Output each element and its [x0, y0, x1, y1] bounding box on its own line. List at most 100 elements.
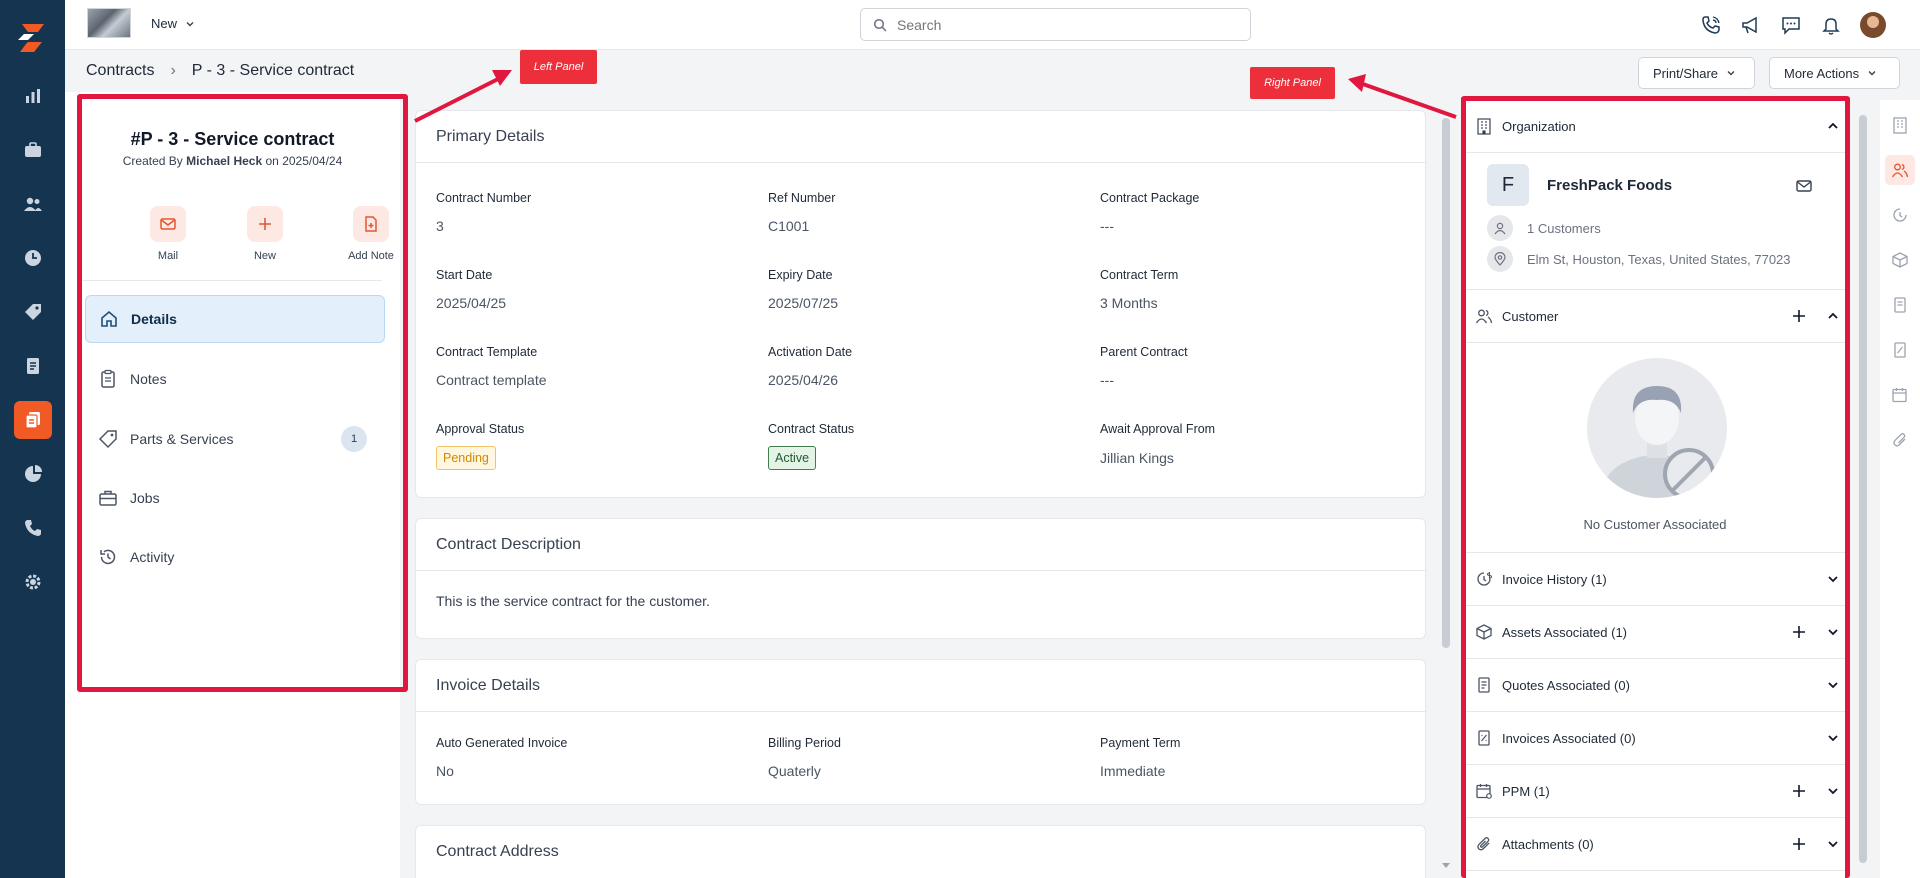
new-label: New: [151, 16, 178, 31]
search-icon: [873, 18, 887, 32]
contract-description-text: This is the service contract for the cus…: [436, 593, 710, 609]
field-value: Immediate: [1100, 763, 1166, 779]
field-value: No: [436, 763, 454, 779]
phone-icon[interactable]: [0, 509, 65, 547]
phone-call-icon[interactable]: [1700, 14, 1722, 36]
notification-bell-icon[interactable]: [1820, 14, 1842, 36]
field-label: Billing Period: [768, 736, 841, 750]
field-parent-contract: Parent Contract ---: [1100, 345, 1188, 388]
ppm-shortcut-icon[interactable]: [1885, 380, 1915, 410]
field-activation-date: Activation Date 2025/04/26: [768, 345, 852, 388]
settings-gear-icon[interactable]: [0, 563, 65, 601]
right-icon-strip: [1880, 100, 1920, 878]
field-billing-period: Billing Period Quaterly: [768, 736, 841, 779]
customers-icon[interactable]: [0, 185, 65, 223]
invoice-history-shortcut-icon[interactable]: [1885, 200, 1915, 230]
megaphone-icon[interactable]: [1740, 14, 1762, 36]
breadcrumb: Contracts › P - 3 - Service contract: [86, 62, 354, 80]
field-value: ---: [1100, 372, 1114, 388]
contracts-icon[interactable]: [14, 401, 52, 439]
field-value: Contract template: [436, 372, 547, 388]
field-label: Contract Package: [1100, 191, 1200, 205]
contract-address-title: Contract Address: [436, 843, 559, 860]
field-value: 2025/04/25: [436, 295, 507, 311]
field-ref-number: Ref Number C1001: [768, 191, 835, 234]
field-payment-term: Payment Term Immediate: [1100, 736, 1180, 779]
right-panel-callout: Right Panel: [1250, 67, 1335, 99]
right-panel-scrollbar[interactable]: [1859, 115, 1867, 863]
field-value: 3: [436, 218, 444, 234]
left-panel-highlight-box: [77, 94, 408, 692]
new-dropdown-button[interactable]: New: [151, 16, 195, 31]
field-label: Payment Term: [1100, 736, 1181, 750]
contract-address-card: Contract Address: [415, 825, 1426, 878]
assets-shortcut-icon[interactable]: [1885, 245, 1915, 275]
scroll-down-arrow-icon[interactable]: [1441, 862, 1451, 870]
contract-status-badge: Active: [768, 446, 817, 470]
left-panel-callout: Left Panel: [520, 50, 597, 84]
print-share-button[interactable]: Print/Share: [1638, 57, 1755, 89]
field-value: 3 Months: [1100, 295, 1158, 311]
search-input[interactable]: [897, 16, 1217, 33]
field-label: Auto Generated Invoice: [436, 736, 568, 750]
field-value: C1001: [768, 218, 810, 234]
invoice-details-title: Invoice Details: [416, 660, 1425, 712]
primary-details-card: Primary Details Contract Number 3 Ref Num…: [415, 110, 1426, 498]
invoice-details-card: Invoice Details Auto Generated Invoice No…: [415, 659, 1426, 805]
schedule-clock-icon[interactable]: [0, 239, 65, 277]
breadcrumb-current: P - 3 - Service contract: [191, 62, 355, 79]
field-label: Approval Status: [436, 422, 525, 436]
field-value: 2025/04/26: [768, 372, 839, 388]
more-actions-button[interactable]: More Actions: [1769, 57, 1900, 89]
app-logo-icon[interactable]: [14, 20, 50, 56]
attachments-shortcut-icon[interactable]: [1885, 425, 1915, 455]
field-auto-generated-invoice: Auto Generated Invoice No: [436, 736, 567, 779]
customers-shortcut-icon[interactable]: [1885, 155, 1915, 185]
jobs-briefcase-icon[interactable]: [0, 131, 65, 169]
field-label: Activation Date: [768, 345, 853, 359]
field-expiry-date: Expiry Date 2025/07/25: [768, 268, 838, 311]
top-bar: New: [65, 0, 1920, 50]
field-await-approval-from: Await Approval From Jillian Kings: [1100, 422, 1215, 466]
field-approval-status: Approval Status Pending: [436, 422, 524, 470]
field-value: Jillian Kings: [1100, 450, 1174, 466]
field-label: Contract Number: [436, 191, 532, 205]
organization-shortcut-icon[interactable]: [1885, 110, 1915, 140]
field-contract-template: Contract Template Contract template: [436, 345, 547, 388]
chat-icon[interactable]: [1780, 14, 1802, 36]
breadcrumb-chevron-icon: ›: [170, 62, 176, 79]
field-contract-number: Contract Number 3: [436, 191, 531, 234]
field-label: Contract Template: [436, 345, 538, 359]
invoices-shortcut-icon[interactable]: [1885, 335, 1915, 365]
contract-description-card: Contract Description This is the service…: [415, 518, 1426, 639]
chevron-down-icon: [186, 21, 194, 26]
field-contract-package: Contract Package ---: [1100, 191, 1199, 234]
more-actions-label: More Actions: [1784, 65, 1860, 81]
field-label: Contract Term: [1100, 268, 1179, 282]
chevron-down-icon: [1868, 71, 1876, 76]
user-avatar[interactable]: [1860, 12, 1886, 38]
field-label: Expiry Date: [768, 268, 833, 282]
field-value: ---: [1100, 218, 1114, 234]
company-logo-thumbnail[interactable]: [87, 8, 131, 38]
documents-icon[interactable]: [0, 347, 65, 385]
field-label: Parent Contract: [1100, 345, 1188, 359]
field-label: Await Approval From: [1100, 422, 1216, 436]
pricing-tag-icon[interactable]: [0, 293, 65, 331]
reports-icon[interactable]: [0, 77, 65, 115]
field-contract-status: Contract Status Active: [768, 422, 854, 470]
main-scrollbar[interactable]: [1442, 118, 1450, 648]
contract-description-title: Contract Description: [416, 519, 1425, 571]
field-label: Contract Status: [768, 422, 855, 436]
top-icon-group: [1700, 12, 1886, 38]
approval-status-badge: Pending: [436, 446, 496, 470]
app-nav-rail: [0, 0, 65, 878]
field-label: Ref Number: [768, 191, 836, 205]
field-start-date: Start Date 2025/04/25: [436, 268, 506, 311]
chevron-down-icon: [1727, 71, 1735, 76]
field-contract-term: Contract Term 3 Months: [1100, 268, 1178, 311]
global-search[interactable]: [860, 8, 1251, 41]
analytics-pie-icon[interactable]: [0, 455, 65, 493]
quotes-shortcut-icon[interactable]: [1885, 290, 1915, 320]
breadcrumb-contracts-link[interactable]: Contracts: [86, 62, 154, 80]
